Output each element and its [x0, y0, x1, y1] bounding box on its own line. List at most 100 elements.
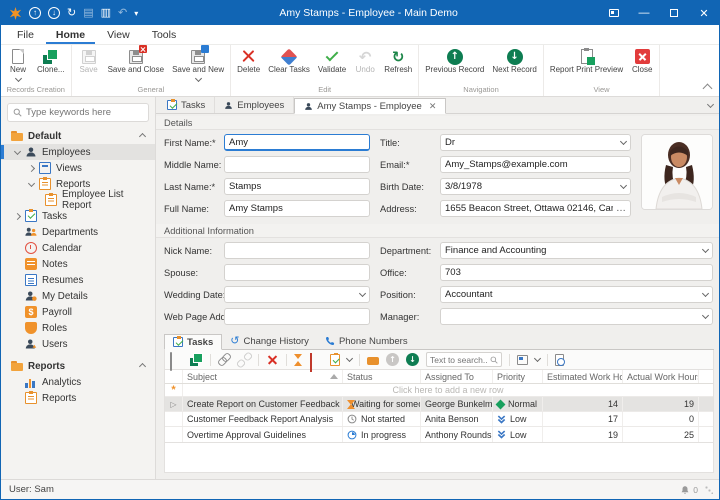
department-input[interactable]: [445, 245, 700, 256]
ellipsis-icon[interactable]: …: [616, 206, 626, 212]
birth-date-field[interactable]: [440, 178, 631, 195]
chevron-collapsed-icon[interactable]: [28, 164, 35, 171]
close-window-button[interactable]: ✕: [689, 1, 719, 25]
close-tab-icon[interactable]: ✕: [429, 101, 437, 112]
sidebar-item-calendar[interactable]: Calendar: [1, 240, 155, 256]
chevron-down-icon[interactable]: [702, 312, 709, 319]
chevron-down-icon[interactable]: [620, 138, 627, 145]
report-print-preview-button[interactable]: Report Print Preview: [546, 46, 627, 75]
briefcase-button[interactable]: [367, 357, 379, 365]
postpone-hourglass-button[interactable]: [294, 354, 303, 366]
doc-tab-employees[interactable]: Employees: [215, 97, 294, 113]
qat-next-record-icon[interactable]: ↓: [48, 7, 60, 19]
next-record-button[interactable]: ↓Next Record: [488, 46, 540, 75]
sidebar-item-my-details[interactable]: My Details: [1, 288, 155, 304]
full-name-field[interactable]: [224, 200, 370, 217]
qat-save-icon[interactable]: ▤: [83, 7, 93, 20]
office-field[interactable]: [440, 264, 713, 281]
department-field[interactable]: [440, 242, 713, 259]
export-button[interactable]: [517, 355, 528, 365]
resize-grip[interactable]: [705, 486, 713, 494]
last-name-input[interactable]: [229, 181, 365, 192]
middle-name-input[interactable]: [229, 159, 365, 170]
col-status[interactable]: Status: [343, 370, 421, 383]
print-preview-button[interactable]: [555, 354, 564, 366]
first-name-field[interactable]: [224, 134, 370, 151]
nick-name-field[interactable]: [224, 242, 370, 259]
validate-button[interactable]: Validate: [314, 46, 350, 75]
title-field[interactable]: [440, 134, 631, 151]
subtab-tasks[interactable]: Tasks: [164, 334, 222, 350]
ribbon-tab-view[interactable]: View: [97, 27, 140, 44]
sidebar-item-analytics[interactable]: Analytics: [1, 374, 155, 390]
sidebar-item-departments[interactable]: Departments: [1, 224, 155, 240]
maximize-button[interactable]: [659, 1, 689, 25]
address-field[interactable]: …: [440, 200, 631, 217]
sidebar-item-employees[interactable]: Employees: [1, 144, 155, 160]
chevron-down-icon[interactable]: [620, 182, 627, 189]
ribbon-options-button[interactable]: [599, 1, 629, 25]
previous-record-button[interactable]: ↑Previous Record: [421, 46, 488, 75]
grid-new-row[interactable]: * Click here to add a new row: [165, 384, 713, 397]
unlink-button[interactable]: [238, 353, 251, 366]
qat-previous-record-icon[interactable]: ↑: [29, 7, 41, 19]
chevron-collapsed-icon[interactable]: [14, 212, 21, 219]
qat-save-new-icon[interactable]: ▥: [101, 7, 111, 20]
sidebar-group-reports[interactable]: Reports: [1, 358, 155, 374]
col-subject[interactable]: Subject: [183, 370, 343, 383]
col-assigned-to[interactable]: Assigned To: [421, 370, 493, 383]
chevron-down-icon[interactable]: [346, 355, 353, 362]
clone-task-button[interactable]: [190, 353, 203, 366]
sidebar-group-default[interactable]: Default: [1, 128, 155, 144]
web-page-field[interactable]: [224, 308, 370, 325]
chevron-down-icon[interactable]: [534, 355, 541, 362]
mark-completed-button[interactable]: [310, 353, 323, 366]
table-row[interactable]: Customer Feedback Report Analysis Not st…: [165, 412, 713, 427]
save-button[interactable]: Save: [74, 46, 104, 75]
sidebar-item-roles[interactable]: Roles: [1, 320, 155, 336]
col-actual[interactable]: Actual Work Hours: [623, 370, 699, 383]
clone-button[interactable]: Clone...: [33, 46, 69, 75]
new-button[interactable]: New: [3, 46, 33, 81]
manager-input[interactable]: [445, 311, 700, 322]
title-input[interactable]: [445, 137, 618, 148]
link-button[interactable]: [218, 353, 231, 366]
office-input[interactable]: [445, 267, 708, 278]
bell-icon[interactable]: [680, 485, 690, 495]
sidebar-item-payroll[interactable]: $Payroll: [1, 304, 155, 320]
position-input[interactable]: [445, 289, 700, 300]
web-page-input[interactable]: [229, 311, 365, 322]
task-actions-button[interactable]: [330, 354, 340, 366]
new-task-button[interactable]: [170, 353, 183, 366]
close-view-button[interactable]: Close: [627, 46, 657, 75]
birth-date-input[interactable]: [445, 181, 618, 192]
position-field[interactable]: [440, 286, 713, 303]
chevron-down-icon[interactable]: [702, 290, 709, 297]
employee-photo[interactable]: [641, 134, 713, 210]
middle-name-field[interactable]: [224, 156, 370, 173]
sidebar-search-input[interactable]: [26, 107, 143, 118]
next-row-button[interactable]: ↓: [406, 353, 419, 366]
subtab-change-history[interactable]: ↺Change History: [222, 333, 317, 349]
subtab-phone-numbers[interactable]: Phone Numbers: [317, 333, 416, 349]
delete-button[interactable]: Delete: [233, 46, 264, 75]
table-row[interactable]: Overtime Approval Guidelines In progress…: [165, 427, 713, 442]
tab-list-chevron-icon[interactable]: [707, 101, 714, 108]
previous-row-button[interactable]: ↑: [386, 353, 399, 366]
email-field[interactable]: [440, 156, 631, 173]
qat-undo-icon[interactable]: ↶: [118, 7, 127, 20]
clear-tasks-button[interactable]: Clear Tasks: [264, 46, 314, 75]
grid-search-box[interactable]: [426, 352, 502, 367]
sidebar-item-resumes[interactable]: Resumes: [1, 272, 155, 288]
delete-task-button[interactable]: [266, 353, 279, 366]
last-name-field[interactable]: [224, 178, 370, 195]
first-name-input[interactable]: [229, 137, 365, 148]
sidebar-item-employee-list-report[interactable]: Employee List Report: [1, 192, 155, 208]
ribbon-tab-home[interactable]: Home: [46, 27, 95, 44]
full-name-input[interactable]: [229, 203, 365, 214]
doc-tab-amy-stamps[interactable]: Amy Stamps - Employee✕: [294, 98, 446, 114]
ribbon-tab-file[interactable]: File: [7, 27, 44, 44]
email-input[interactable]: [445, 159, 626, 170]
wedding-date-input[interactable]: [229, 289, 357, 300]
sidebar-item-views[interactable]: Views: [1, 160, 155, 176]
